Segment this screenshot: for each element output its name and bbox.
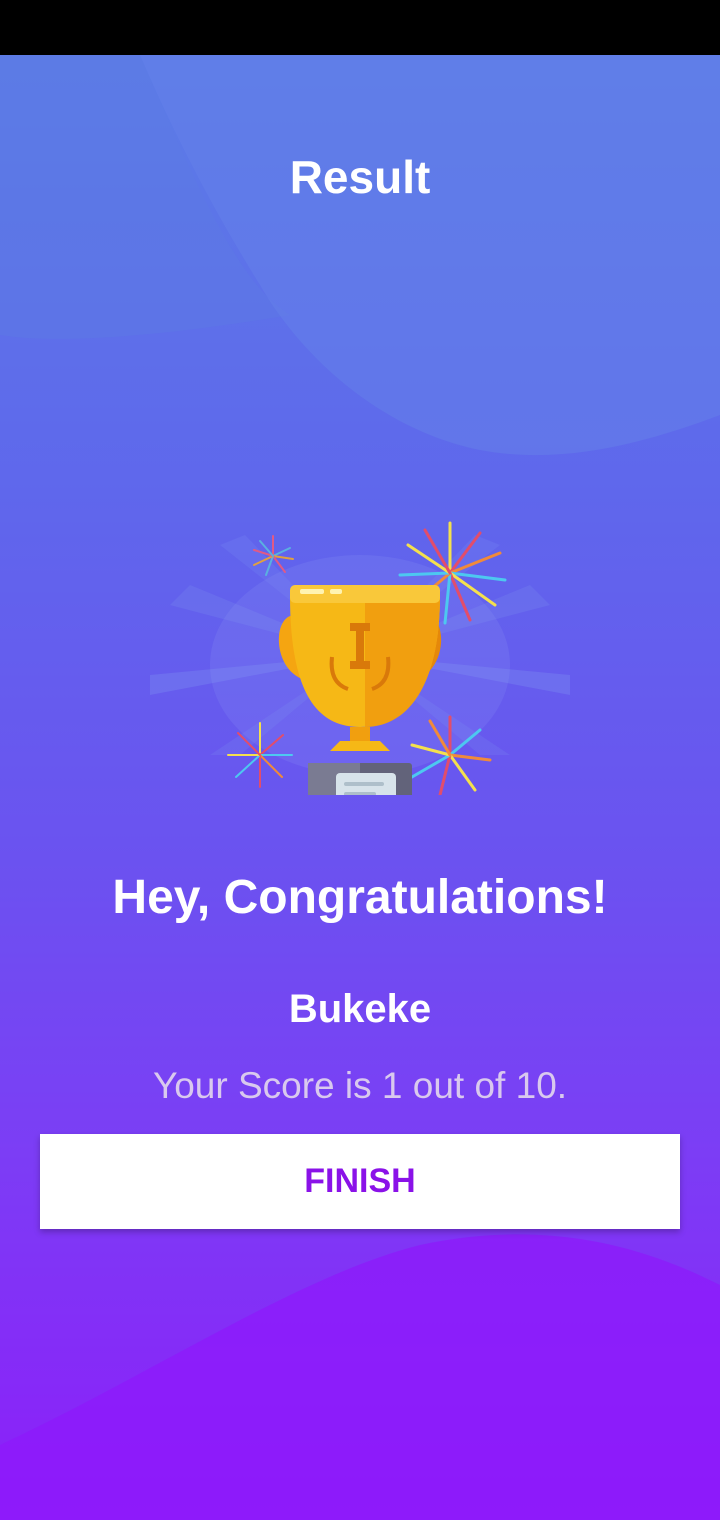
- page-title: Result: [289, 151, 431, 203]
- result-screen: Result Hey, Congratulations! Bukeke Your…: [0, 0, 720, 1520]
- user-name: Bukeke: [288, 987, 432, 1031]
- trophy-icon: [150, 521, 570, 795]
- result-content: Result Hey, Congratulations! Bukeke Your…: [0, 55, 720, 1520]
- status-bar: [0, 0, 720, 55]
- finish-button[interactable]: FINISH: [40, 1134, 680, 1229]
- score-text: Your Score is 1 out of 10.: [152, 1065, 568, 1106]
- congratulations-heading: Hey, Congratulations!: [112, 871, 608, 924]
